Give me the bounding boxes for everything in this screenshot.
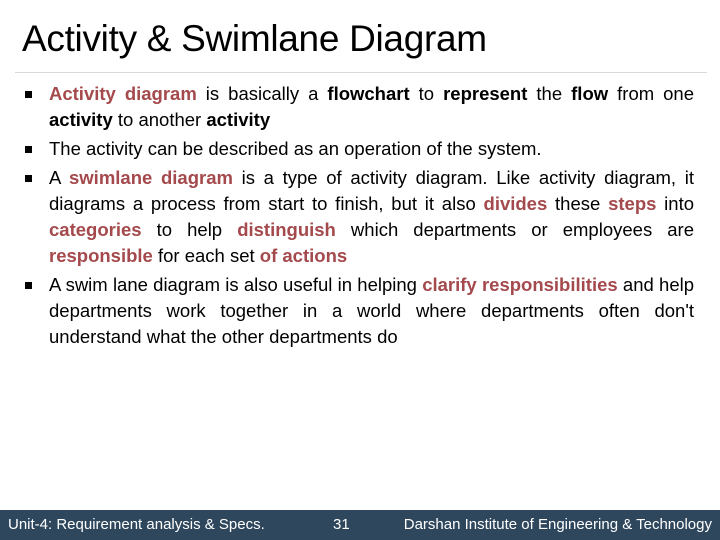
- highlighted-term: steps: [608, 193, 657, 214]
- bullet-item: A swimlane diagram is a type of activity…: [22, 165, 694, 269]
- text-segment: from one: [608, 83, 695, 104]
- text-segment: The activity can be described as an oper…: [49, 138, 542, 159]
- text-segment: the: [527, 83, 572, 104]
- text-segment: into: [656, 193, 695, 214]
- bullet-item: The activity can be described as an oper…: [22, 136, 694, 162]
- text-segment: A: [49, 167, 69, 188]
- square-bullet-icon: [25, 282, 32, 289]
- slide-title: Activity & Swimlane Diagram: [22, 18, 487, 59]
- square-bullet-icon: [25, 91, 32, 98]
- bold-term: represent: [443, 83, 528, 104]
- slide-footer: Unit-4: Requirement analysis & Specs. 31…: [0, 510, 720, 540]
- highlighted-term: divides: [483, 193, 548, 214]
- footer-unit-label: Unit-4: Requirement analysis & Specs.: [8, 516, 265, 533]
- bullet-text: A swim lane diagram is also useful in he…: [49, 274, 694, 347]
- bullet-list: Activity diagram is basically a flowchar…: [22, 81, 694, 353]
- text-segment: A swim lane diagram is also useful in he…: [49, 274, 423, 295]
- bullet-text: The activity can be described as an oper…: [49, 138, 542, 159]
- bullet-text: A swimlane diagram is a type of activity…: [49, 167, 694, 266]
- bullet-text: Activity diagram is basically a flowchar…: [49, 83, 694, 130]
- title-divider: [15, 72, 707, 73]
- footer-institute-label: Darshan Institute of Engineering & Techn…: [403, 516, 712, 533]
- text-segment: is basically a: [196, 83, 328, 104]
- highlighted-term: Activity diagram: [49, 83, 197, 104]
- bold-term: activity: [206, 109, 271, 130]
- highlighted-term: clarify responsibilities: [422, 274, 618, 295]
- highlighted-term: distinguish: [237, 219, 336, 240]
- square-bullet-icon: [25, 175, 32, 182]
- bold-term: activity: [49, 109, 113, 130]
- bullet-item: Activity diagram is basically a flowchar…: [22, 81, 694, 133]
- highlighted-term: responsible: [49, 245, 153, 266]
- bold-term: flowchart: [327, 83, 410, 104]
- text-segment: to: [409, 83, 444, 104]
- bold-term: flow: [571, 83, 609, 104]
- page-number: 31: [333, 516, 350, 533]
- text-segment: for each set: [152, 245, 260, 266]
- bullet-item: A swim lane diagram is also useful in he…: [22, 272, 694, 350]
- text-segment: these: [547, 193, 609, 214]
- text-segment: to another: [112, 109, 207, 130]
- highlighted-term: categories: [49, 219, 142, 240]
- highlighted-term: of actions: [259, 245, 348, 266]
- square-bullet-icon: [25, 146, 32, 153]
- text-segment: which departments or employees are: [335, 219, 695, 240]
- text-segment: to help: [141, 219, 238, 240]
- highlighted-term: swimlane diagram: [69, 167, 233, 188]
